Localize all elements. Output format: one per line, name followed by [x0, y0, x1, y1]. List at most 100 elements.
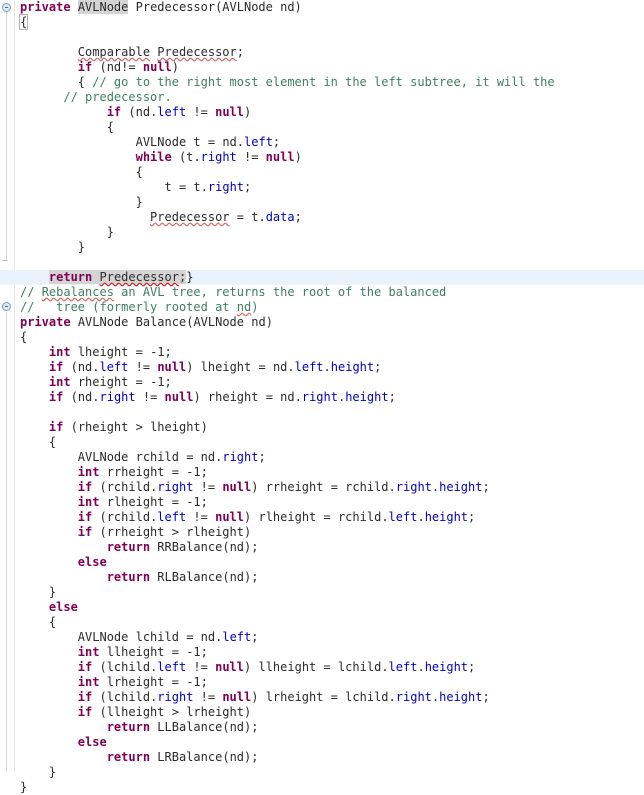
code-punctuation: . [381, 510, 389, 524]
code-line[interactable]: if (nd.right != null) rheight = nd.right… [0, 390, 644, 405]
code-line[interactable]: if (lchild.right != null) lrheight = lch… [0, 690, 644, 705]
code-line[interactable] [0, 30, 644, 45]
code-line[interactable]: return LRBalance(nd); [0, 750, 644, 765]
code-line[interactable]: int lheight = -1; [0, 345, 644, 360]
code-identifier: AVLNode [193, 315, 245, 329]
code-punctuation: = [200, 135, 223, 149]
code-line[interactable]: { [0, 330, 644, 345]
code-identifier: rheight [207, 390, 259, 404]
code-line[interactable]: if (lchild.left != null) llheight = lchi… [0, 660, 644, 675]
code-line[interactable] [0, 405, 644, 420]
code-line[interactable]: if (rheight > lheight) [0, 420, 644, 435]
code-keyword: null [265, 150, 295, 164]
code-punctuation: ( [92, 480, 107, 494]
code-identifier: Comparable [77, 45, 151, 59]
code-line[interactable]: // Rebalances an AVL tree, returns the r… [0, 285, 644, 300]
code-punctuation: ) [265, 315, 273, 329]
code-punctuation: ( [92, 690, 107, 704]
code-punctuation: ; [374, 360, 382, 374]
code-field: left [294, 360, 324, 374]
code-line[interactable]: if (nd.left != null) [0, 105, 644, 120]
code-line[interactable]: { [0, 14, 644, 30]
code-line[interactable]: int rrheight = -1; [0, 465, 644, 480]
code-line[interactable]: { [0, 165, 644, 180]
code-line[interactable]: { // go to the right most element in the… [0, 75, 644, 90]
code-content[interactable]: private AVLNode Predecessor(AVLNode nd){… [0, 0, 644, 794]
code-line[interactable]: t = t.right; [0, 180, 644, 195]
code-line[interactable]: if (llheight > lrheight) [0, 705, 644, 720]
code-line[interactable]: if (nd.left != null) lheight = nd.left.h… [0, 360, 644, 375]
code-line[interactable]: AVLNode rchild = nd.right; [0, 450, 644, 465]
code-line[interactable]: while (t.right != null) [0, 150, 644, 165]
code-line[interactable]: } [0, 765, 644, 780]
occurrence-highlight: AVLNode [77, 0, 129, 14]
code-punctuation: ( [63, 390, 78, 404]
code-line[interactable]: return RLBalance(nd); [0, 570, 644, 585]
code-line[interactable]: { [0, 615, 644, 630]
code-line[interactable]: int rheight = -1; [0, 375, 644, 390]
code-punctuation [128, 315, 135, 329]
code-line[interactable]: return RRBalance(nd); [0, 540, 644, 555]
code-line[interactable]: { [0, 120, 644, 135]
code-line[interactable]: AVLNode t = nd.left; [0, 135, 644, 150]
code-line[interactable]: int lrheight = -1; [0, 675, 644, 690]
code-punctuation: ) [243, 525, 252, 539]
code-line[interactable]: private AVLNode Predecessor(AVLNode nd) [0, 0, 644, 15]
code-line[interactable]: if (rchild.right != null) rrheight = rch… [0, 480, 644, 495]
code-line[interactable]: } [0, 225, 644, 240]
code-line[interactable]: int llheight = -1; [0, 645, 644, 660]
code-line[interactable]: } [0, 780, 644, 795]
code-identifier: Predecessor(AVLNode nd) [128, 0, 302, 14]
code-punctuation: ); [244, 540, 259, 554]
code-identifier: rlheight [186, 525, 244, 539]
code-keyword: null [157, 360, 187, 374]
code-field: data [265, 210, 295, 224]
code-line[interactable]: Comparable Predecessor; [0, 45, 644, 60]
code-punctuation: != [186, 660, 216, 674]
code-keyword: return [48, 270, 93, 284]
code-punctuation: ; [468, 510, 476, 524]
code-line[interactable]: private AVLNode Balance(AVLNode nd) [0, 315, 644, 330]
code-line[interactable]: else [0, 735, 644, 750]
code-line[interactable]: } [0, 585, 644, 600]
code-line[interactable]: return LLBalance(nd); [0, 720, 644, 735]
code-line[interactable]: else [0, 600, 644, 615]
code-keyword: private [20, 0, 71, 14]
code-punctuation: > [164, 525, 187, 539]
code-punctuation: } [106, 225, 114, 239]
code-line[interactable]: if (rrheight > rlheight) [0, 525, 644, 540]
code-punctuation: = -1; [164, 645, 208, 659]
code-line[interactable]: { [0, 435, 644, 450]
code-line[interactable]: Predecessor = t.data; [0, 210, 644, 225]
code-line[interactable]: else [0, 555, 644, 570]
code-editor[interactable]: private AVLNode Predecessor(AVLNode nd){… [0, 0, 644, 794]
code-punctuation: = -1; [164, 465, 208, 479]
code-line[interactable]: } [0, 240, 644, 255]
code-line[interactable]: int rlheight = -1; [0, 495, 644, 510]
code-punctuation: ( [92, 660, 107, 674]
code-punctuation: = [178, 630, 201, 644]
code-line[interactable]: // tree (formerly rooted at nd) [0, 300, 644, 315]
code-line[interactable]: // predecessor. [0, 90, 644, 105]
code-line[interactable]: } [0, 195, 644, 210]
code-line[interactable] [0, 255, 644, 270]
code-line[interactable]: if (nd!= null) [0, 60, 644, 75]
code-keyword: if [77, 510, 93, 524]
code-punctuation [99, 645, 106, 659]
code-identifier: lchild [106, 660, 151, 674]
code-field: right [395, 480, 432, 494]
code-keyword: if [77, 480, 93, 494]
code-line[interactable]: AVLNode lchild = nd.left; [0, 630, 644, 645]
code-line[interactable]: return Predecessor;} [0, 270, 644, 285]
code-line[interactable]: if (rchild.left != null) rlheight = rchi… [0, 510, 644, 525]
code-identifier: nd [106, 60, 122, 74]
code-punctuation: { [48, 615, 57, 629]
